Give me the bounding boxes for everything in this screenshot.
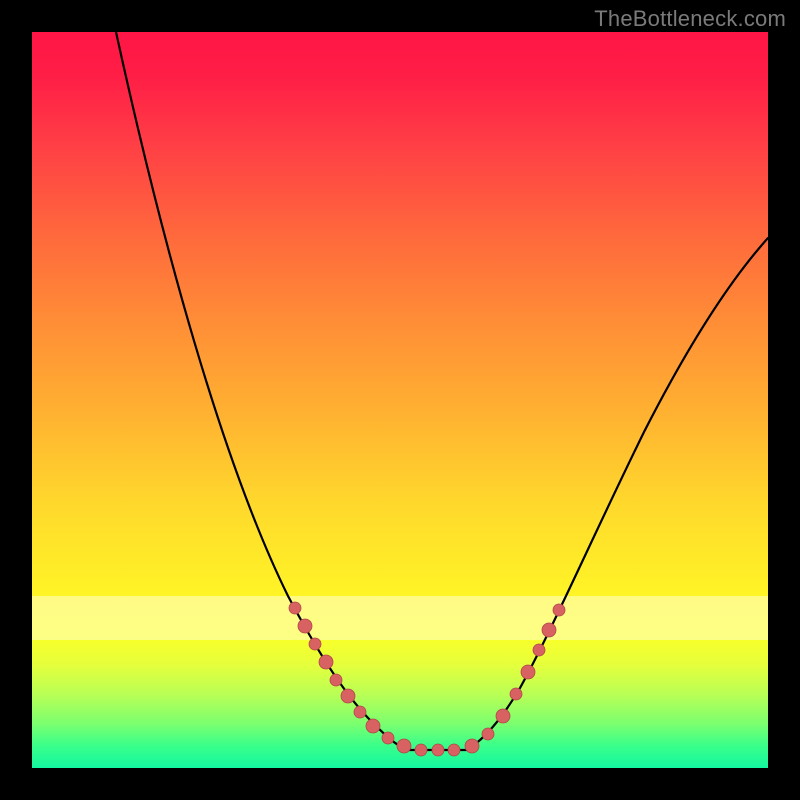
chart-frame: TheBottleneck.com: [0, 0, 800, 800]
plot-area: [32, 32, 768, 768]
marker-point: [533, 644, 545, 656]
marker-point: [382, 732, 394, 744]
marker-point: [289, 602, 301, 614]
marker-point: [366, 719, 380, 733]
marker-point: [465, 739, 479, 753]
marker-point: [553, 604, 565, 616]
marker-point: [432, 744, 444, 756]
marker-point: [542, 623, 556, 637]
marker-series: [289, 602, 565, 756]
marker-point: [510, 688, 522, 700]
marker-point: [298, 619, 312, 633]
watermark-label: TheBottleneck.com: [594, 6, 786, 32]
series-left-curve: [116, 32, 407, 750]
marker-point: [482, 728, 494, 740]
marker-point: [448, 744, 460, 756]
marker-point: [330, 674, 342, 686]
marker-point: [415, 744, 427, 756]
series-right-curve: [468, 238, 768, 750]
marker-point: [496, 709, 510, 723]
marker-point: [521, 665, 535, 679]
marker-point: [397, 739, 411, 753]
curve-series: [116, 32, 768, 750]
marker-point: [319, 655, 333, 669]
chart-svg: [32, 32, 768, 768]
marker-point: [341, 689, 355, 703]
marker-point: [354, 706, 366, 718]
marker-point: [309, 638, 321, 650]
